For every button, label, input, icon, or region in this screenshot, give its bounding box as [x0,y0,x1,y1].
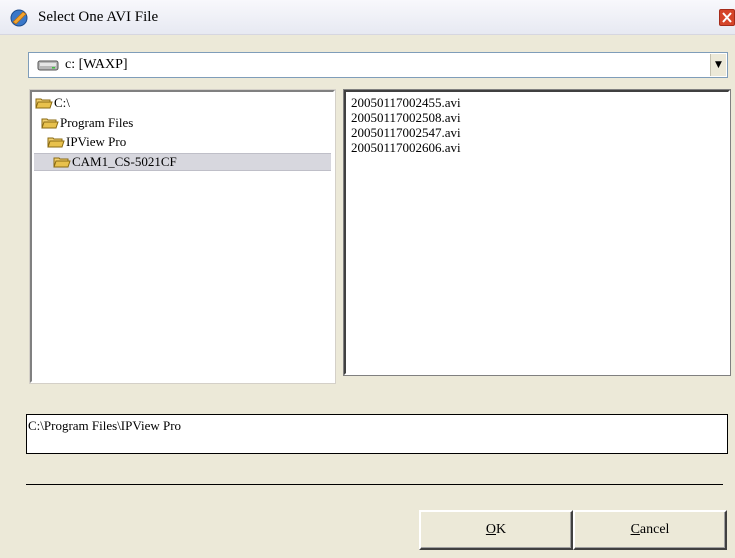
folder-open-icon [35,98,53,109]
ok-mnemonic: O [485,522,496,537]
ok-button[interactable]: OK [419,510,573,550]
folder-open-icon [41,118,59,129]
chevron-down-icon: ▼ [715,60,722,70]
directory-item[interactable]: Program Files [41,115,133,131]
file-item[interactable]: 20050117002547.avi [351,125,461,140]
path-value: C:\Program Files\IPView Pro [28,418,182,433]
directory-item-selected[interactable]: CAM1_CS-5021CF [34,153,331,171]
file-dialog: Select One AVI File c: [WAXP] ▼ C:\ Prog… [0,0,735,558]
ok-label: K [496,522,507,537]
drive-label: c: [WAXP] [65,57,128,72]
drive-icon [37,59,59,71]
app-icon [9,9,31,27]
file-list[interactable]: 20050117002455.avi 20050117002508.avi 20… [344,90,730,375]
directory-item[interactable]: C:\ [35,95,70,111]
title-bar: Select One AVI File [0,0,735,35]
directory-label: C:\ [54,95,70,110]
folder-open-icon [53,157,71,168]
window-title: Select One AVI File [38,9,159,25]
drive-select[interactable]: c: [WAXP] ▼ [28,52,728,78]
directory-item[interactable]: IPView Pro [47,134,126,150]
directory-label: IPView Pro [66,134,127,149]
close-icon [722,12,732,23]
path-field[interactable]: C:\Program Files\IPView Pro [26,414,728,454]
dropdown-button[interactable]: ▼ [710,54,726,76]
file-item[interactable]: 20050117002455.avi [351,95,461,110]
close-button[interactable] [719,9,735,26]
cancel-button[interactable]: Cancel [573,510,727,550]
directory-list[interactable]: C:\ Program Files IPView Pro CAM1_CS-502… [30,90,335,383]
file-item[interactable]: 20050117002508.avi [351,110,461,125]
divider [26,484,723,485]
directory-label: CAM1_CS-5021CF [72,154,177,169]
cancel-label: ancel [639,522,670,537]
directory-label: Program Files [60,115,134,130]
folder-open-icon [47,137,65,148]
cancel-mnemonic: C [630,522,640,537]
file-item[interactable]: 20050117002606.avi [351,140,461,155]
